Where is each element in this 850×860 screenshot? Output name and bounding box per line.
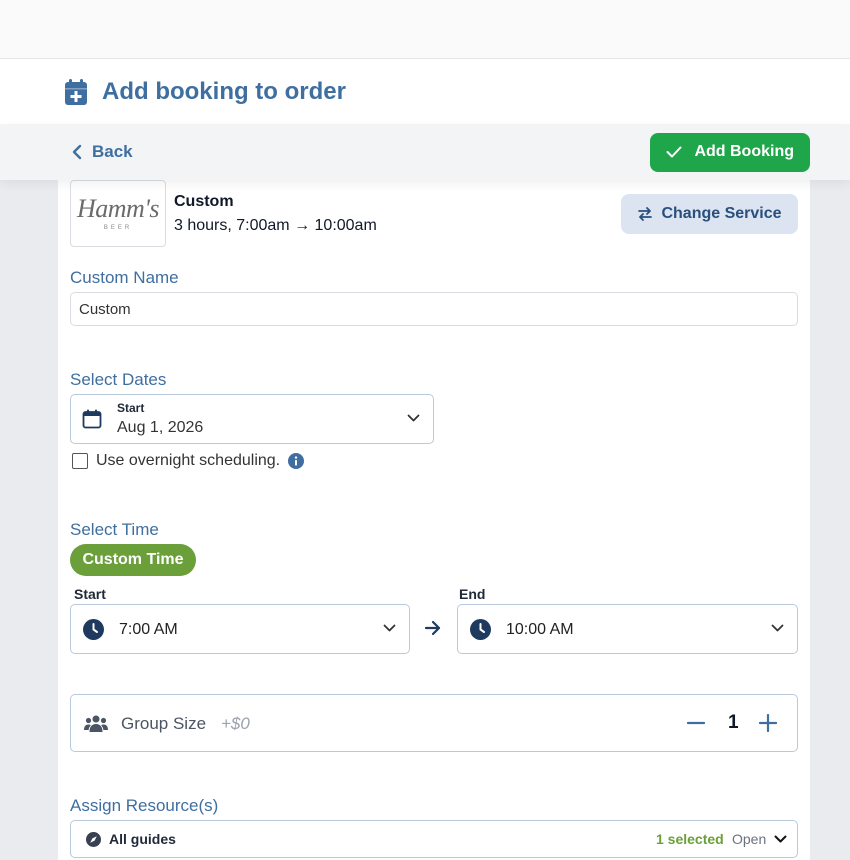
page-title: Add booking to order [102, 78, 346, 105]
resource-name: All guides [109, 831, 176, 847]
group-size-price: +$0 [221, 714, 250, 733]
chevron-down-icon [407, 414, 420, 422]
service-logo: Hamm's BEER [70, 180, 166, 247]
plus-icon[interactable] [759, 713, 777, 733]
chevron-left-icon [72, 144, 82, 160]
resource-selected-count: 1 selected [656, 831, 724, 847]
calendar-plus-icon [64, 79, 88, 105]
start-time-value: 7:00 AM [119, 621, 178, 638]
chevron-down-icon [774, 835, 787, 843]
chevron-down-icon [771, 624, 784, 632]
compass-icon [86, 832, 101, 847]
start-date-select[interactable]: Start Aug 1, 2026 [70, 394, 434, 444]
swap-arrows-icon [638, 207, 653, 221]
change-service-button[interactable]: Change Service [621, 194, 798, 234]
title-row: Add booking to order [0, 60, 850, 124]
users-icon [84, 715, 108, 732]
group-size-quantity: 1 [728, 712, 739, 733]
start-time-label: Start [74, 586, 106, 602]
clock-icon [470, 619, 491, 640]
custom-name-label: Custom Name [70, 268, 179, 287]
service-name: Custom [174, 193, 234, 210]
calendar-icon [82, 409, 102, 429]
top-bar [0, 0, 850, 59]
select-time-label: Select Time [70, 520, 159, 539]
action-bar: Back Add Booking [0, 124, 850, 180]
custom-name-input[interactable] [70, 292, 798, 326]
overnight-label: Use overnight scheduling. [96, 452, 281, 469]
service-description: 3 hours, 7:00am → 10:00am [174, 217, 377, 234]
info-icon[interactable] [288, 453, 305, 469]
assign-resources-label: Assign Resource(s) [70, 796, 219, 815]
overnight-checkbox[interactable] [72, 453, 88, 469]
back-label: Back [92, 142, 133, 161]
logo-brand-text: Hamm's [76, 194, 160, 223]
back-button[interactable]: Back [72, 142, 133, 162]
end-time-value: 10:00 AM [506, 621, 574, 638]
start-date-label: Start [117, 401, 145, 415]
chevron-down-icon [383, 624, 396, 632]
start-date-value: Aug 1, 2026 [117, 419, 204, 436]
minus-icon[interactable] [687, 713, 705, 733]
start-time-select[interactable]: 7:00 AM [70, 604, 410, 654]
arrow-right-icon [424, 620, 441, 636]
custom-time-pill[interactable]: Custom Time [70, 544, 196, 576]
group-size-stepper: Group Size +$0 1 [70, 694, 798, 752]
add-booking-label: Add Booking [694, 143, 794, 160]
clock-icon [83, 619, 104, 640]
change-service-label: Change Service [661, 205, 782, 222]
end-time-select[interactable]: 10:00 AM [457, 604, 798, 654]
select-dates-label: Select Dates [70, 370, 167, 389]
add-booking-button[interactable]: Add Booking [650, 132, 810, 172]
resource-select[interactable]: All guides 1 selected Open [70, 820, 798, 858]
resource-status: Open [732, 831, 767, 847]
group-size-label: Group Size [121, 714, 207, 733]
logo-sub-text: BEER [103, 225, 133, 231]
check-icon [666, 146, 682, 158]
overnight-row: Use overnight scheduling. [72, 452, 305, 470]
end-time-label: End [459, 586, 486, 602]
